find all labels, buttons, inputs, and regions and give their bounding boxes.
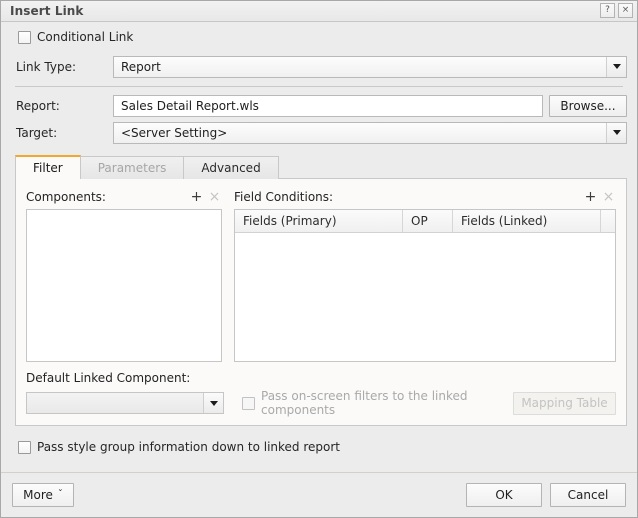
panel-columns: Components: + × Field Conditions: + ×: [26, 188, 616, 362]
components-title: Components:: [26, 190, 186, 204]
add-condition-icon[interactable]: +: [583, 189, 598, 204]
column-header-fields-primary: Fields (Primary): [235, 210, 403, 232]
default-linked-component-row: Pass on-screen filters to the linked com…: [26, 389, 616, 417]
components-list[interactable]: [26, 209, 222, 362]
filter-tab-panel: Components: + × Field Conditions: + ×: [15, 178, 627, 426]
dialog-body: Conditional Link Link Type: Report Repor…: [1, 22, 637, 457]
conditional-link-label: Conditional Link: [37, 30, 133, 44]
close-icon[interactable]: ×: [618, 3, 633, 18]
tab-advanced[interactable]: Advanced: [183, 156, 278, 179]
mapping-table-button: Mapping Table: [513, 392, 616, 415]
link-type-select[interactable]: Report: [113, 56, 627, 78]
link-type-label: Link Type:: [11, 60, 113, 74]
chevron-down-icon[interactable]: [606, 123, 626, 143]
link-type-value: Report: [114, 60, 606, 74]
field-conditions-grid[interactable]: Fields (Primary) OP Fields (Linked): [234, 209, 616, 362]
more-button[interactable]: More ˇ: [12, 483, 74, 507]
components-header: Components: + ×: [26, 188, 222, 205]
footer-actions: OK Cancel: [466, 483, 626, 507]
field-conditions-section: Field Conditions: + × Fields (Primary) O…: [234, 188, 616, 362]
grid-header-row: Fields (Primary) OP Fields (Linked): [235, 210, 615, 233]
dialog-titlebar: Insert Link ? ×: [1, 1, 637, 22]
pass-onscreen-filters-checkbox: [242, 397, 255, 410]
target-select[interactable]: <Server Setting>: [113, 122, 627, 144]
field-conditions-title: Field Conditions:: [234, 190, 580, 204]
help-icon[interactable]: ?: [600, 3, 615, 18]
dialog-footer: More ˇ OK Cancel: [1, 472, 637, 517]
pass-onscreen-filters-row: Pass on-screen filters to the linked com…: [242, 389, 513, 417]
chevron-down-icon[interactable]: [203, 393, 223, 413]
pass-onscreen-filters-label: Pass on-screen filters to the linked com…: [261, 389, 513, 417]
default-linked-component-select[interactable]: [26, 392, 224, 414]
remove-condition-icon: ×: [601, 189, 616, 204]
pass-style-group-row[interactable]: Pass style group information down to lin…: [11, 437, 627, 457]
chevron-double-down-icon: ˇ: [58, 490, 63, 500]
report-input[interactable]: Sales Detail Report.wls: [113, 95, 543, 117]
default-linked-component-label: Default Linked Component:: [26, 371, 616, 385]
tabs-container: Filter Parameters Advanced Components: +…: [11, 155, 627, 427]
remove-component-icon: ×: [207, 189, 222, 204]
more-button-label: More: [23, 488, 53, 502]
titlebar-buttons: ? ×: [600, 3, 633, 18]
report-row: Report: Sales Detail Report.wls Browse..…: [11, 93, 627, 118]
ok-button[interactable]: OK: [466, 483, 542, 507]
tabstrip: Filter Parameters Advanced: [15, 155, 627, 179]
section-divider: [15, 86, 623, 87]
pass-style-group-label: Pass style group information down to lin…: [37, 440, 340, 454]
field-conditions-header: Field Conditions: + ×: [234, 188, 616, 205]
browse-button[interactable]: Browse...: [549, 95, 627, 117]
cancel-button[interactable]: Cancel: [550, 483, 626, 507]
chevron-down-icon[interactable]: [606, 57, 626, 77]
conditional-link-checkbox[interactable]: [18, 31, 31, 44]
default-linked-component-section: Default Linked Component: Pass on-screen…: [26, 371, 616, 417]
column-header-spacer: [601, 210, 615, 232]
tab-filter[interactable]: Filter: [15, 155, 81, 179]
column-header-fields-linked: Fields (Linked): [453, 210, 601, 232]
column-header-op: OP: [403, 210, 453, 232]
target-value: <Server Setting>: [114, 126, 606, 140]
components-section: Components: + ×: [26, 188, 222, 362]
link-type-row: Link Type: Report: [11, 54, 627, 79]
conditional-link-row[interactable]: Conditional Link: [11, 22, 627, 52]
dialog-title: Insert Link: [10, 4, 84, 18]
pass-style-group-checkbox[interactable]: [18, 441, 31, 454]
tab-parameters[interactable]: Parameters: [80, 156, 185, 179]
report-label: Report:: [11, 99, 113, 113]
target-row: Target: <Server Setting>: [11, 120, 627, 145]
add-component-icon[interactable]: +: [189, 189, 204, 204]
insert-link-dialog: Insert Link ? × Conditional Link Link Ty…: [0, 0, 638, 518]
target-label: Target:: [11, 126, 113, 140]
